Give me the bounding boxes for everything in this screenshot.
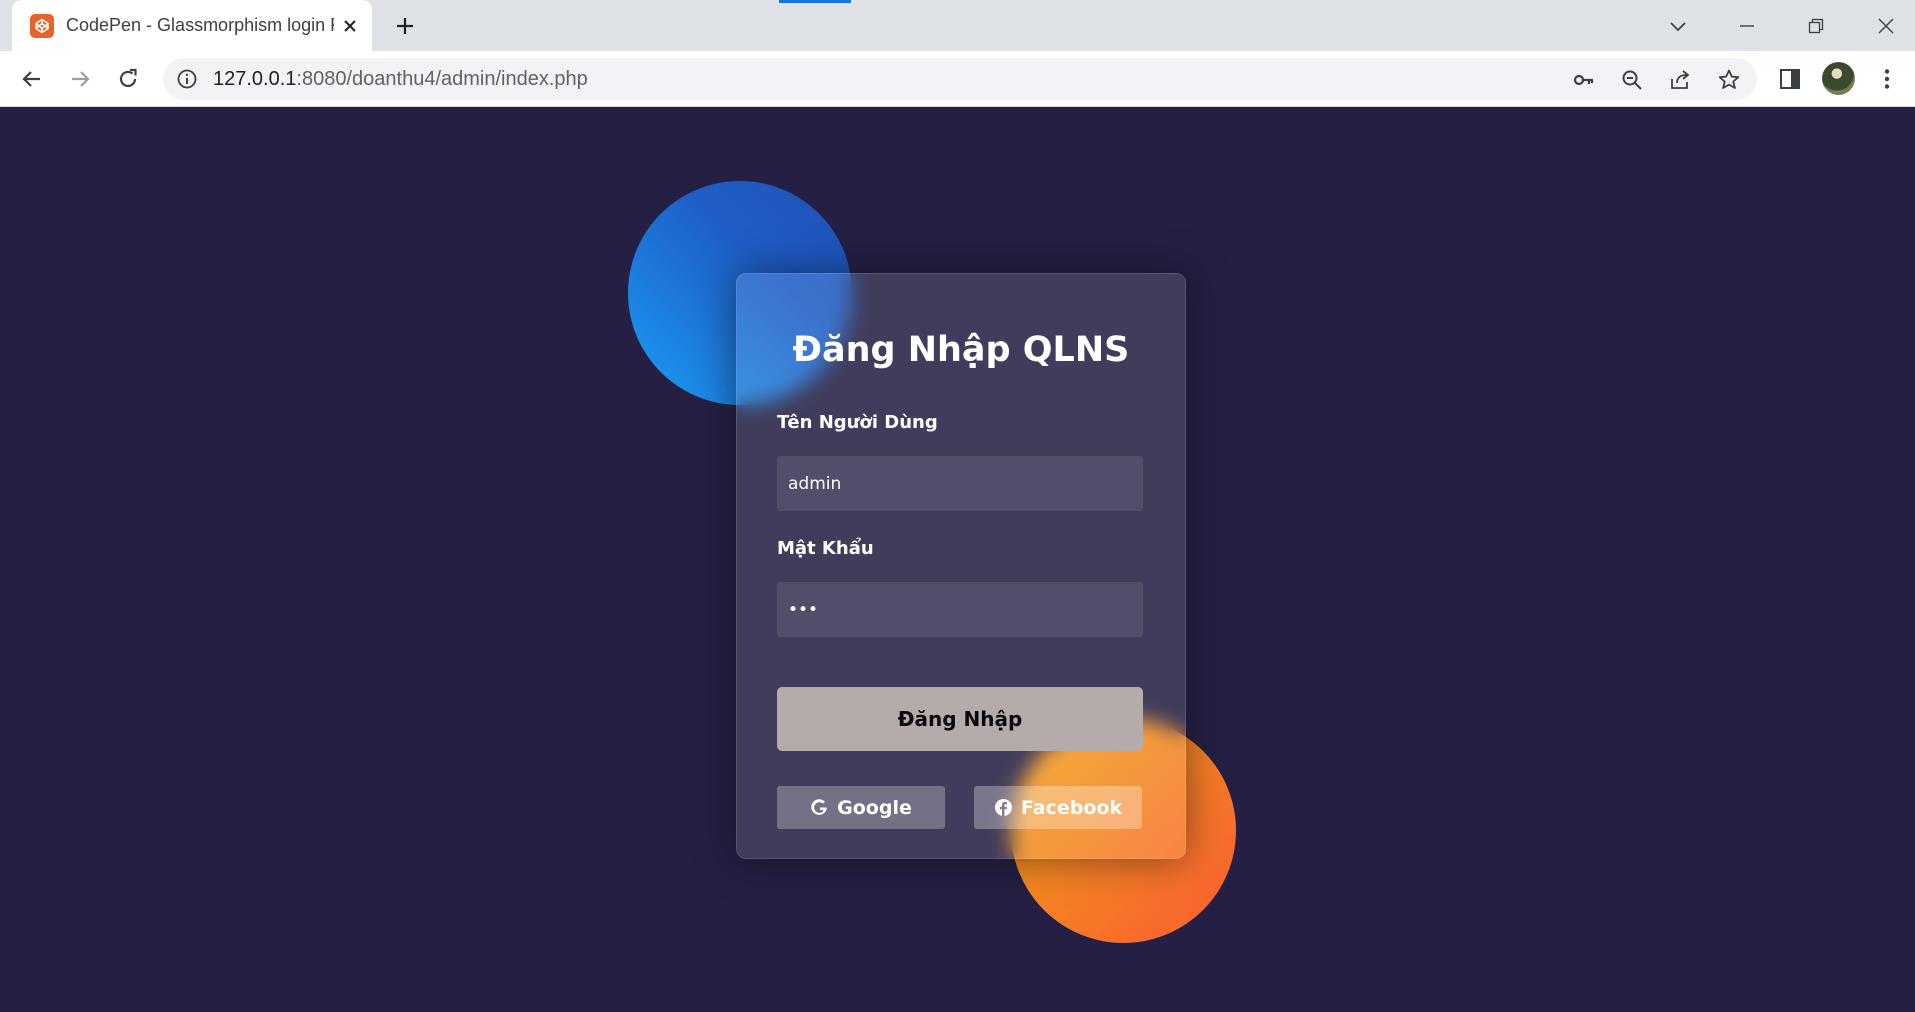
login-title: Đăng Nhập QLNS <box>792 330 1130 370</box>
avatar[interactable] <box>1822 62 1855 95</box>
key-icon[interactable] <box>1571 67 1597 93</box>
facebook-icon <box>994 798 1012 817</box>
login-form: Đăng Nhập QLNS Tên Người Dùng Mật Khẩu Đ… <box>736 273 1186 859</box>
back-arrow-icon[interactable] <box>17 64 47 94</box>
reload-icon[interactable] <box>113 64 143 94</box>
browser-tab[interactable]: CodePen - Glassmorphism login Form <box>12 0 372 51</box>
zoom-out-icon[interactable] <box>1619 67 1645 93</box>
star-icon[interactable] <box>1716 67 1742 93</box>
browser-toolbar: 127.0.0.1:8080/doanthu4/admin/index.php <box>0 51 1915 107</box>
url-text: 127.0.0.1:8080/doanthu4/admin/index.php <box>213 68 588 90</box>
kebab-menu-icon[interactable] <box>1872 64 1902 94</box>
close-icon[interactable] <box>337 13 363 39</box>
google-label: Google <box>837 796 912 819</box>
page-viewport: Đăng Nhập QLNS Tên Người Dùng Mật Khẩu Đ… <box>0 107 1915 1012</box>
facebook-button[interactable]: Facebook <box>974 786 1142 829</box>
codepen-favicon-icon <box>30 14 54 38</box>
username-label: Tên Người Dùng <box>777 412 938 433</box>
username-input[interactable] <box>777 456 1143 511</box>
password-label: Mật Khẩu <box>777 538 874 559</box>
facebook-label: Facebook <box>1020 796 1123 819</box>
window-close-icon[interactable] <box>1866 9 1906 43</box>
restore-icon[interactable] <box>1796 9 1836 43</box>
plus-icon[interactable] <box>390 11 420 41</box>
login-button[interactable]: Đăng Nhập <box>777 687 1143 751</box>
google-g-icon <box>811 799 828 815</box>
minimize-icon[interactable] <box>1727 9 1767 43</box>
loading-indicator <box>779 0 851 3</box>
side-panel-icon[interactable] <box>1775 64 1805 94</box>
google-button[interactable]: Google <box>777 786 945 829</box>
password-input[interactable] <box>777 582 1143 637</box>
browser-tabstrip: CodePen - Glassmorphism login Form <box>0 0 1915 51</box>
forward-arrow-icon[interactable] <box>65 64 95 94</box>
share-icon[interactable] <box>1667 67 1693 93</box>
tab-search-icon[interactable] <box>1658 9 1698 43</box>
tab-title: CodePen - Glassmorphism login Form <box>66 15 334 35</box>
address-bar[interactable]: 127.0.0.1:8080/doanthu4/admin/index.php <box>163 58 1757 100</box>
info-icon[interactable] <box>176 68 198 90</box>
